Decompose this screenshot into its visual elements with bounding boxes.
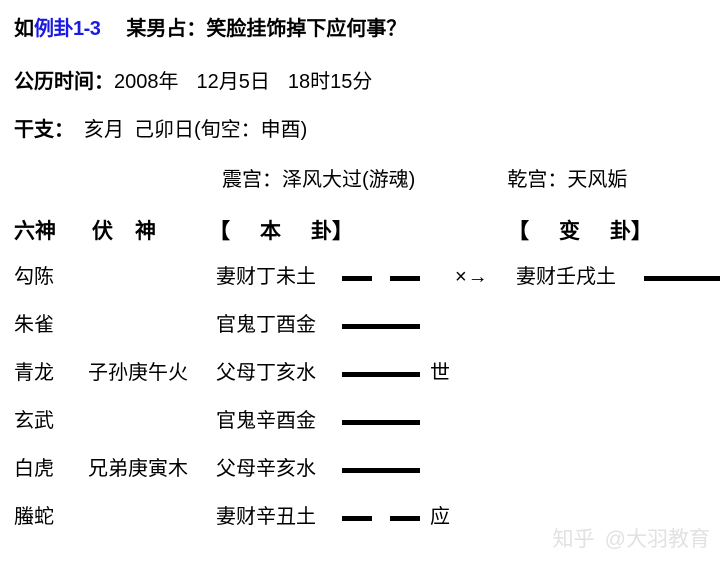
column-header-fushen-a: 伏 [92,220,135,243]
ben-gua-yao-cell: 父母丁亥水 [216,362,316,384]
yang-line-icon [644,263,720,293]
watermark-handle: @大羽教育 [604,528,710,551]
column-header-bian-gua: 【变卦】 [508,218,652,246]
fushen-cell: 兄弟庚寅木 [88,458,188,480]
ganzhi-label: 干支： [14,119,74,141]
column-header-fushen: 伏神 [92,218,178,246]
liushen-cell: 玄武 [14,410,54,432]
yin-line-icon [342,503,422,533]
yang-line-icon [342,407,422,437]
yin-line-left-segment [342,276,372,281]
yin-line-left-segment [342,516,372,521]
ben-gua-line-cell [342,503,422,533]
shi-ying-marker: 世 [430,362,450,384]
yang-line-segment [644,276,720,281]
ben-gua-yao-cell: 妻财丁未土 [216,266,316,288]
yang-line-icon [342,311,422,341]
ben-gua-line-cell [342,455,422,485]
yang-line-segment [342,468,420,473]
column-header-ben-gua: 【本卦】 [209,218,353,246]
liushen-cell: 白虎 [14,458,54,480]
liushen-cell: 青龙 [14,362,54,384]
ben-gua-yao-cell: 父母辛亥水 [216,458,316,480]
column-header-liushen: 六神 [14,220,56,243]
column-header-ben-gua-close: 卦】 [311,220,353,243]
divination-row: 白虎 兄弟庚寅木 父母辛亥水 [0,454,720,502]
example-title-line: 如例卦1-3 某男占：笑脸挂饰掉下应何事？ [14,17,406,41]
column-header-fushen-b: 神 [135,220,178,243]
watermark: 知乎 @大羽教育 [553,527,710,553]
example-number-label: 例卦1-3 [34,18,101,40]
ben-gua-line-cell [342,359,422,389]
date-label: 公历时间： [14,71,114,93]
yin-line-right-segment [390,516,420,521]
divination-rows: 勾陈 妻财丁未土 ×→ 妻财壬戌土朱雀 官鬼丁酉金青龙 子孙庚午火 父母丁亥水 世玄武 官鬼辛酉… [0,262,720,550]
yang-line-icon [342,359,422,389]
watermark-site-name: 知乎 [552,528,595,551]
shi-ying-marker: 应 [430,506,450,528]
column-header-bian-gua-close: 卦】 [610,220,652,243]
gregorian-date-line: 公历时间：2008年 12月5日 18时15分 [14,70,372,94]
date-year: 2008年 [114,71,179,93]
bian-gua-yao-cell: 妻财壬戌土 [516,266,616,288]
ben-gua-line-cell [342,311,422,341]
ben-gua-palace: 震宫：泽风大过(游魂) [222,169,416,191]
palace-row: 震宫：泽风大过(游魂) 乾宫：天风姤 [222,168,627,192]
divination-row: 青龙 子孙庚午火 父母丁亥水 世 [0,358,720,406]
date-day: 12月5日 [196,71,270,93]
divination-row: 朱雀 官鬼丁酉金 [0,310,720,358]
divination-row: 玄武 官鬼辛酉金 [0,406,720,454]
yang-line-segment [342,324,420,329]
fushen-cell: 子孙庚午火 [88,362,188,384]
column-header-bian-gua-open: 【变 [508,220,610,243]
yin-line-icon [342,263,422,293]
title-question: 某男占：笑脸挂饰掉下应何事？ [126,18,407,40]
bian-gua-palace: 乾宫：天风姤 [507,169,628,191]
ben-gua-yao-cell: 官鬼丁酉金 [216,314,316,336]
yin-line-right-segment [390,276,420,281]
date-time: 18时15分 [287,71,373,93]
column-header-ben-gua-open: 【本 [209,220,311,243]
ganzhi-line: 干支： 亥月 己卯日(旬空：申酉) [14,118,307,142]
title-prefix: 如 [14,18,34,40]
ben-gua-yao-cell: 官鬼辛酉金 [216,410,316,432]
changing-line-marker: ×→ [455,266,489,288]
ben-gua-line-cell [342,263,422,293]
liushen-cell: 朱雀 [14,314,54,336]
ganzhi-month: 亥月 [84,119,124,141]
yang-line-segment [342,372,420,377]
yang-line-icon [342,455,422,485]
liushen-cell: 螣蛇 [14,506,54,528]
column-header-row: 六神 伏神 【本卦】 【变卦】 [0,218,720,248]
divination-row: 勾陈 妻财丁未土 ×→ 妻财壬戌土 [0,262,720,310]
ganzhi-xunkong: (旬空：申酉) [194,119,308,141]
yang-line-segment [342,420,420,425]
ben-gua-line-cell [342,407,422,437]
ganzhi-day: 己卯日 [134,119,194,141]
ben-gua-yao-cell: 妻财辛丑土 [216,506,316,528]
liushen-cell: 勾陈 [14,266,54,288]
bian-gua-line-cell [644,263,720,293]
